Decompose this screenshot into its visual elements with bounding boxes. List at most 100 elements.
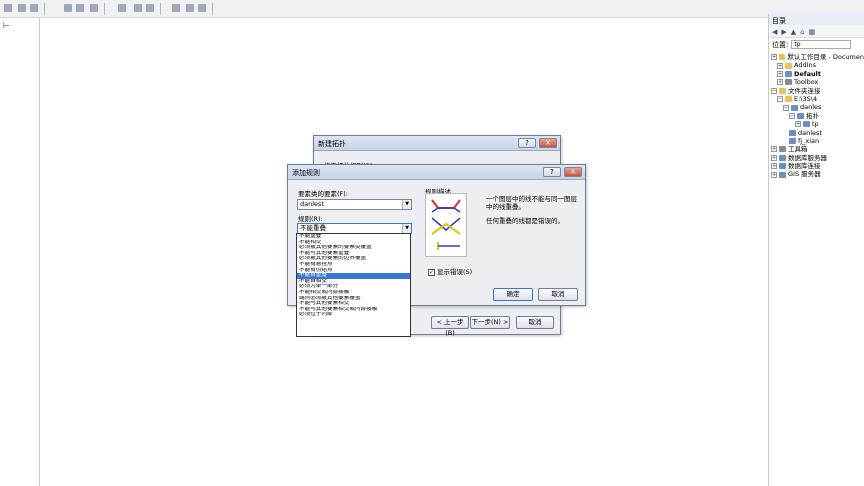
dialog-titlebar: 新建拓扑 ? X (314, 136, 560, 151)
dialog-title: 新建拓扑 (318, 140, 346, 148)
db-icon (785, 70, 792, 77)
expand-icon[interactable]: + (777, 79, 783, 86)
hyperlink-icon[interactable] (134, 4, 142, 12)
expand-icon[interactable]: + (771, 146, 777, 153)
rule-value: 不能重叠 (300, 224, 326, 232)
tree-item[interactable]: + AddIns (771, 61, 864, 69)
tree-item[interactable]: − danles (771, 103, 864, 111)
tree-item-label: danles (800, 103, 822, 112)
expand-icon[interactable]: + (771, 171, 777, 178)
location-field[interactable]: tp (791, 40, 852, 49)
expand-icon[interactable]: + (777, 70, 783, 77)
location-label: 位置: (772, 40, 789, 49)
folder-icon (779, 87, 786, 94)
db-icon (779, 171, 786, 178)
close-button[interactable]: X (539, 138, 557, 148)
tree-item[interactable]: fj_xian (771, 137, 864, 145)
collapse-icon[interactable]: − (771, 87, 777, 94)
measure-icon[interactable] (118, 4, 126, 12)
cancel-button[interactable]: 取消 (516, 316, 554, 329)
info-icon[interactable] (76, 4, 84, 12)
pin-icon[interactable]: ⊢ (3, 21, 10, 30)
tree-item-label: GIS 服务器 (788, 170, 821, 179)
chevron-down-icon[interactable]: ▼ (402, 200, 411, 209)
help-button[interactable]: ? (543, 167, 561, 177)
select-icon[interactable] (64, 4, 72, 12)
db-icon (779, 163, 786, 170)
help-button[interactable]: ? (518, 138, 536, 148)
checkbox-icon[interactable]: ✓ (428, 268, 435, 276)
view-icon[interactable]: ▦ (809, 28, 816, 36)
chevron-down-icon[interactable]: ▼ (402, 224, 411, 233)
catalog-tree: + 默认工作目录 - Documen + AddIns + Default + Toolbox… (769, 51, 864, 179)
rule-label: 规则(R): (298, 215, 323, 223)
dialog-title: 添加规则 (292, 169, 320, 177)
gear-icon (785, 79, 792, 86)
toolbar-separator (212, 3, 213, 15)
close-button[interactable]: X (564, 167, 582, 177)
cancel-button[interactable]: 取消 (538, 288, 578, 301)
forward-icon[interactable] (186, 4, 194, 12)
tree-item[interactable]: − 文件夹连接 (771, 87, 864, 95)
up-icon[interactable]: ▲ (791, 28, 796, 36)
back-icon[interactable]: ◀ (772, 28, 777, 36)
rule-description-text: 一个图层中的线不能与同一图层中的线重叠。 (486, 195, 577, 211)
main-toolbar (0, 0, 864, 18)
catalog-window: 目录 ◀ ▶ ▲ ⌂ ▦ 位置: tp + 默认工作目录 - Documen + Ad… (768, 14, 864, 486)
rule-diagram (425, 193, 467, 257)
db-icon (779, 154, 786, 161)
toolbar-separator (160, 3, 161, 15)
folder-icon (779, 54, 786, 61)
expand-icon[interactable]: + (771, 163, 777, 170)
next-button[interactable]: 下一步(N) > (470, 316, 510, 329)
expand-icon[interactable]: + (777, 62, 783, 69)
tree-item[interactable]: + Default (771, 70, 864, 78)
db-icon (803, 121, 810, 128)
feature-class-value: danlest (300, 200, 324, 208)
tree-item[interactable]: danlest (771, 129, 864, 137)
full-extent-icon[interactable] (198, 4, 206, 12)
tree-item[interactable]: + GIS 服务器 (771, 170, 864, 178)
expand-icon[interactable]: + (771, 154, 777, 161)
tree-item-label: Default (794, 69, 821, 78)
tree-item[interactable]: + 数据库服务器 (771, 154, 864, 162)
tree-item[interactable]: + 默认工作目录 - Documen (771, 53, 864, 61)
toolbar-separator (44, 3, 45, 15)
expand-icon[interactable]: + (795, 121, 801, 128)
tree-item[interactable]: + Toolbox (771, 78, 864, 86)
rule-dropdown-list: 不能重叠 不能相交 必须被其他要素的要素类覆盖 不能与其他要素重叠 必须被其他要素的边界… (296, 233, 411, 337)
toolbar-separator (104, 3, 105, 15)
folder-icon (785, 96, 792, 103)
back-icon[interactable] (172, 4, 180, 12)
db-icon (797, 112, 804, 119)
tree-item-label: 文件夹连接 (788, 86, 821, 95)
catalog-location: 位置: tp (769, 38, 864, 51)
folder-icon (785, 62, 792, 69)
show-errors-checkbox[interactable]: ✓ 显示错误(S) (428, 266, 472, 276)
tree-item-label: 拓扑 (806, 111, 819, 120)
tree-item[interactable]: + 工具箱 (771, 145, 864, 153)
home-icon[interactable]: ⌂ (800, 28, 804, 36)
collapse-icon[interactable]: − (789, 112, 795, 119)
expand-icon[interactable]: + (771, 54, 777, 61)
ok-button[interactable]: 确定 (493, 288, 533, 301)
feature-class-label: 要素类的要素(F): (298, 190, 349, 198)
feature-class-select[interactable]: danlest ▼ (297, 199, 412, 210)
dropdown-option[interactable]: 必须位于内部 (297, 312, 410, 318)
back-icon[interactable] (18, 4, 26, 12)
find-icon[interactable] (90, 4, 98, 12)
forward-icon[interactable] (30, 4, 38, 12)
collapse-icon[interactable]: − (777, 96, 783, 103)
tree-item[interactable]: + tp (771, 120, 864, 128)
layout-icon[interactable] (146, 4, 154, 12)
rule-description-note: 任何重叠的线都是错误的。 (486, 217, 564, 225)
db-icon (789, 129, 796, 136)
tree-item[interactable]: − E:\3S\4 (771, 95, 864, 103)
forward-icon[interactable]: ▶ (781, 28, 786, 36)
collapse-icon[interactable]: − (783, 104, 789, 111)
tree-item-label: 默认工作目录 - Documen (787, 53, 864, 61)
pan-icon[interactable] (4, 4, 12, 12)
tree-item[interactable]: − 拓扑 (771, 112, 864, 120)
catalog-title: 目录 (769, 14, 864, 25)
back-button[interactable]: < 上一步(B) (431, 316, 469, 337)
